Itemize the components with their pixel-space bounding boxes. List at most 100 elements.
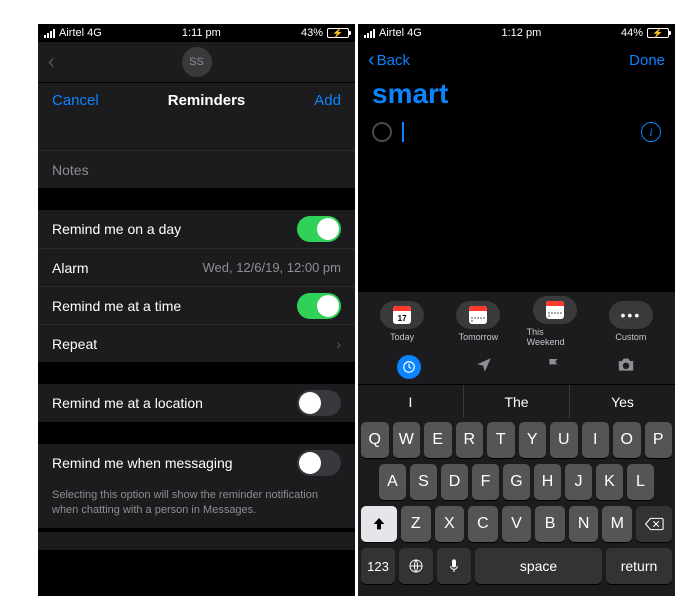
camera-icon [616,357,636,373]
key-row-2: A S D F G H J K L [361,464,672,500]
key-q[interactable]: Q [361,422,389,458]
key-e[interactable]: E [424,422,452,458]
key-u[interactable]: U [550,422,578,458]
time-button[interactable] [397,355,421,379]
quick-custom[interactable]: ••• Custom [603,301,659,342]
suggestion-3[interactable]: Yes [570,385,675,418]
suggestion-2[interactable]: The [464,385,570,418]
mic-icon [448,558,460,574]
battery-icon: ⚡ [327,28,349,38]
key-j[interactable]: J [565,464,592,500]
phone-right-new-reminder: Airtel 4G 1:12 pm 44% ⚡ ‹ Back Done smar… [358,24,675,596]
remind-messaging-toggle[interactable] [297,450,341,476]
new-reminder-row[interactable]: i [358,116,675,148]
suggestion-1[interactable]: I [358,385,464,418]
signal-icon [364,29,375,38]
parent-titlebar: ‹ SS [38,42,355,82]
flag-icon [546,357,562,373]
remind-messaging-row[interactable]: Remind me when messaging [38,444,355,482]
key-space[interactable]: space [475,548,602,584]
key-h[interactable]: H [534,464,561,500]
key-y[interactable]: Y [519,422,547,458]
keyboard-area: 17 Today Tomorrow This Weekend ••• Custo… [358,292,675,596]
attribute-toolbar [358,350,675,384]
location-arrow-icon [475,356,493,374]
key-n[interactable]: N [569,506,599,542]
key-o[interactable]: O [613,422,641,458]
remind-day-toggle[interactable] [297,216,341,242]
modal-navbar: Cancel Reminders Add [38,82,355,118]
messaging-footer: Selecting this option will show the remi… [38,482,355,528]
key-row-1: Q W E R T Y U I O P [361,422,672,458]
key-s[interactable]: S [410,464,437,500]
back-button[interactable]: ‹ Back [368,49,410,72]
notes-input[interactable]: Notes [38,150,355,188]
key-l[interactable]: L [627,464,654,500]
alarm-row[interactable]: Alarm Wed, 12/6/19, 12:00 pm [38,248,355,286]
add-button[interactable]: Add [314,92,341,109]
alarm-value: Wed, 12/6/19, 12:00 pm [202,260,341,275]
key-row-3: Z X C V B N M [361,506,672,542]
key-i[interactable]: I [582,422,610,458]
key-m[interactable]: M [602,506,632,542]
key-mic[interactable] [437,548,471,584]
quick-tomorrow[interactable]: Tomorrow [450,301,506,342]
calendar-today-icon: 17 [393,306,411,324]
clock-icon [402,360,416,374]
back-chevron-icon[interactable]: ‹ [48,51,55,74]
key-shift[interactable] [361,506,397,542]
cancel-button[interactable]: Cancel [52,92,99,109]
status-time: 1:12 pm [502,27,542,39]
key-b[interactable]: B [535,506,565,542]
text-cursor [402,122,404,142]
key-backspace[interactable] [636,506,672,542]
repeat-label: Repeat [52,336,97,352]
suggestion-bar: I The Yes [358,384,675,418]
title-input[interactable] [38,118,355,150]
camera-button[interactable] [616,357,636,378]
key-v[interactable]: V [502,506,532,542]
key-globe[interactable] [399,548,433,584]
remind-day-row[interactable]: Remind me on a day [38,210,355,248]
key-f[interactable]: F [472,464,499,500]
avatar[interactable]: SS [182,47,212,77]
quick-today[interactable]: 17 Today [374,301,430,342]
repeat-row[interactable]: Repeat › [38,324,355,362]
key-123[interactable]: 123 [361,548,395,584]
chevron-left-icon: ‹ [368,49,375,72]
shift-icon [371,516,387,532]
done-button[interactable]: Done [629,52,665,69]
calendar-tomorrow-icon [469,306,487,324]
key-g[interactable]: G [503,464,530,500]
info-icon[interactable]: i [641,122,661,142]
key-a[interactable]: A [379,464,406,500]
remind-time-toggle[interactable] [297,293,341,319]
quick-weekend[interactable]: This Weekend [527,296,583,347]
key-t[interactable]: T [487,422,515,458]
key-d[interactable]: D [441,464,468,500]
key-p[interactable]: P [645,422,673,458]
key-z[interactable]: Z [401,506,431,542]
remind-location-toggle[interactable] [297,390,341,416]
remind-location-row[interactable]: Remind me at a location [38,384,355,422]
key-x[interactable]: X [435,506,465,542]
status-bar: Airtel 4G 1:12 pm 44% ⚡ [358,24,675,42]
key-c[interactable]: C [468,506,498,542]
remind-time-row[interactable]: Remind me at a time [38,286,355,324]
navbar: ‹ Back Done [358,42,675,78]
location-button[interactable] [475,356,493,379]
key-row-4: 123 space return [361,548,672,584]
ellipsis-icon: ••• [621,307,642,323]
key-w[interactable]: W [393,422,421,458]
backspace-icon [644,517,664,531]
list-title: smart [358,78,675,116]
extra-row[interactable] [38,532,355,550]
checkbox-circle[interactable] [372,122,392,142]
key-r[interactable]: R [456,422,484,458]
flag-button[interactable] [546,357,562,378]
key-return[interactable]: return [606,548,672,584]
remind-location-label: Remind me at a location [52,395,203,411]
signal-icon [44,29,55,38]
key-k[interactable]: K [596,464,623,500]
keyboard: Q W E R T Y U I O P A S D F G H J K [358,418,675,596]
